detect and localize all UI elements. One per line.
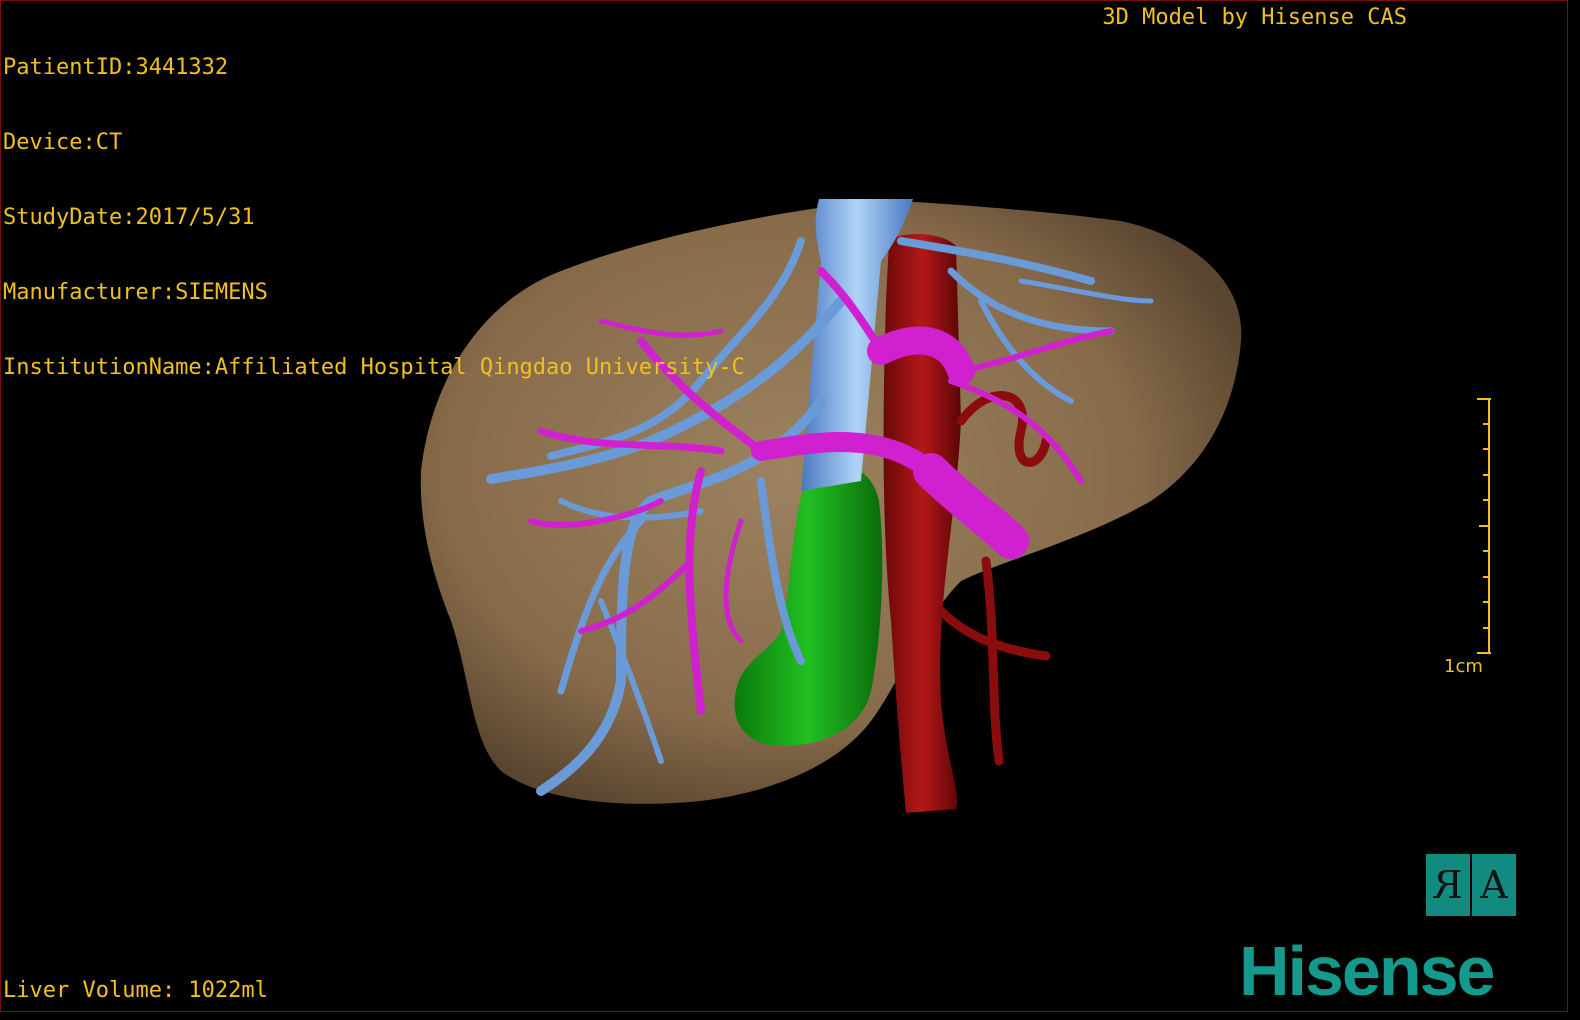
hisense-logo: Hisense [1239,932,1495,1010]
model-credit-text: 3D Model by Hisense CAS [1102,5,1407,30]
liver-volume-text: Liver Volume: 1022ml [3,978,268,1003]
orientation-right-glyph: R [1433,854,1463,916]
study-date-text: StudyDate:2017/5/31 [3,205,255,230]
patient-id-text: PatientID:3441332 [3,55,229,80]
render-viewport[interactable]: PatientID:3441332 Device:CT StudyDate:20… [0,0,1568,1012]
aorta [883,234,961,813]
manufacturer-text: Manufacturer:SIEMENS [3,280,268,305]
scale-bar-label: 1cm [1444,656,1483,677]
orientation-anterior-face[interactable]: A [1472,854,1516,916]
orientation-cube[interactable]: R A [1426,854,1516,916]
institution-text: InstitutionName:Affiliated Hospital Qing… [3,355,745,380]
patient-info-overlay: PatientID:3441332 Device:CT StudyDate:20… [3,5,745,430]
scale-bar [1477,398,1491,654]
device-text: Device:CT [3,130,123,155]
orientation-right-face[interactable]: R [1426,854,1470,916]
